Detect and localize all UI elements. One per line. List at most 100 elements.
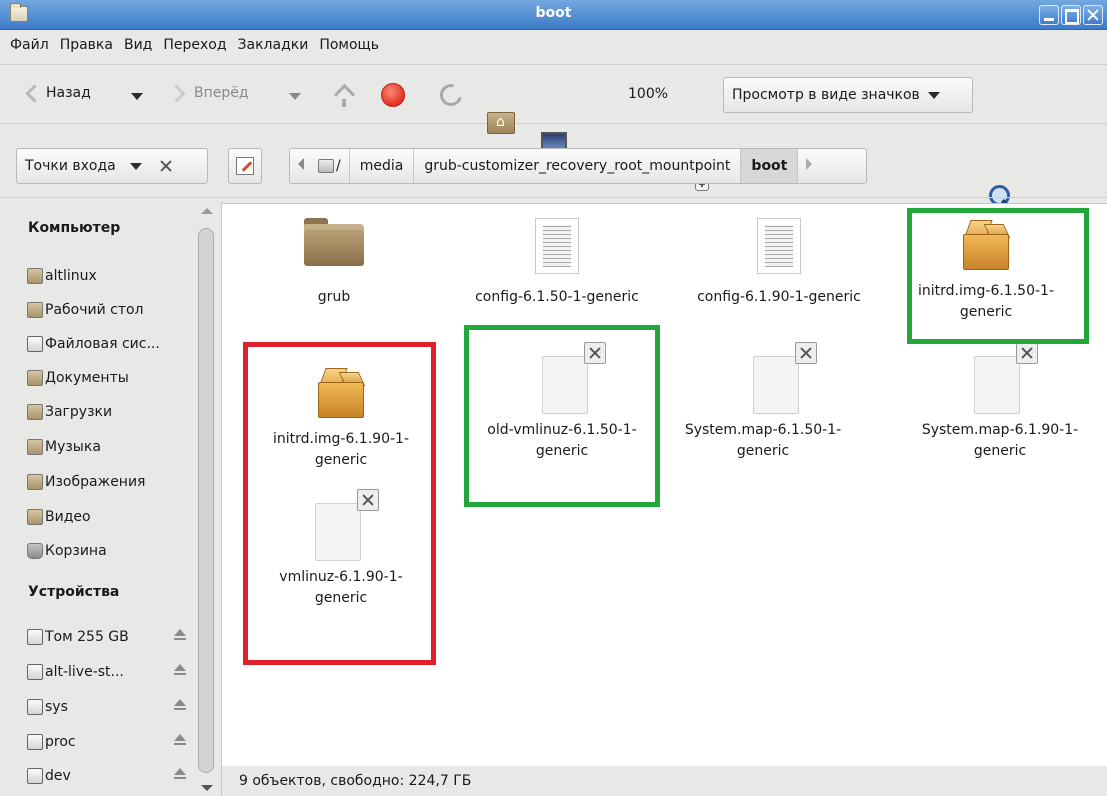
stop-icon[interactable] <box>381 83 405 107</box>
places-select[interactable]: Точки входа <box>16 148 208 184</box>
breadcrumb-root-label: / <box>336 158 341 174</box>
sidebar-item-label: Загрузки <box>45 404 113 420</box>
reload-icon[interactable] <box>435 79 467 111</box>
breadcrumb-root[interactable]: / <box>312 149 350 183</box>
sidebar-item-label: sys <box>45 699 68 715</box>
documents-folder-icon <box>27 370 43 386</box>
drive-icon <box>27 734 43 750</box>
chevron-right-icon <box>806 158 813 170</box>
sidebar-item-label: proc <box>45 734 76 750</box>
menu-bookmarks[interactable]: Закладки <box>238 37 309 53</box>
close-sidebar-icon[interactable] <box>160 160 172 172</box>
back-button[interactable]: Назад <box>22 84 91 102</box>
forward-button[interactable]: Вперёд <box>168 84 249 102</box>
breadcrumb-mountpoint[interactable]: grub-customizer_recovery_root_mountpoint <box>414 149 742 183</box>
chevron-down-icon <box>129 162 142 170</box>
text-file-icon <box>757 218 801 274</box>
sidebar-item-dev[interactable]: dev <box>27 765 202 787</box>
menu-help[interactable]: Помощь <box>319 37 379 53</box>
home-folder-icon <box>27 268 43 284</box>
sidebar-item-alt-live[interactable]: alt-live-st... <box>27 661 202 683</box>
sidebar-item-downloads[interactable]: Загрузки <box>27 401 202 423</box>
sidebar-item-label: Корзина <box>45 543 107 559</box>
minimize-button[interactable] <box>1039 5 1059 25</box>
sidebar-item-label: Том 255 GB <box>45 629 129 645</box>
filesystem-icon <box>27 336 43 352</box>
sidebar: Компьютер altlinux Рабочий стол Файловая… <box>12 203 218 796</box>
sidebar-item-label: Видео <box>45 509 91 525</box>
sidebar-item-music[interactable]: Музыка <box>27 436 202 458</box>
sidebar-heading-devices: Устройства <box>28 584 120 600</box>
sidebar-item-label: Музыка <box>45 439 101 455</box>
sidebar-item-label: Документы <box>45 370 129 386</box>
music-folder-icon <box>27 439 43 455</box>
sidebar-item-label: Рабочий стол <box>45 302 144 318</box>
status-text: 9 объектов, свободно: 224,7 ГБ <box>239 773 472 789</box>
edit-location-button[interactable] <box>228 148 262 184</box>
breadcrumb-scroll-left[interactable] <box>290 158 312 174</box>
menu-bar: Файл Правка Вид Переход Закладки Помощь <box>0 30 1107 60</box>
folder-icon <box>304 218 364 266</box>
eject-icon[interactable] <box>173 734 187 748</box>
status-bar: 9 объектов, свободно: 224,7 ГБ <box>221 766 1107 796</box>
sidebar-item-videos[interactable]: Видео <box>27 506 202 528</box>
menu-file[interactable]: Файл <box>10 37 49 53</box>
window-title: boot <box>535 5 572 21</box>
sidebar-scrollbar[interactable] <box>196 203 216 796</box>
menu-edit[interactable]: Правка <box>60 37 113 53</box>
sidebar-item-altlinux[interactable]: altlinux <box>27 265 202 287</box>
desktop-folder-icon <box>27 302 43 318</box>
sidebar-item-documents[interactable]: Документы <box>27 367 202 389</box>
maximize-button[interactable] <box>1061 5 1081 25</box>
file-item[interactable]: System.map-6.1.90-1-generic <box>914 342 1086 462</box>
forward-history-chevron-icon[interactable] <box>289 93 301 100</box>
menu-view[interactable]: Вид <box>124 37 152 53</box>
scroll-up-icon[interactable] <box>201 208 213 214</box>
close-window-button[interactable] <box>1083 5 1103 25</box>
back-history-chevron-icon[interactable] <box>131 93 143 100</box>
menu-go[interactable]: Переход <box>163 37 226 53</box>
sidebar-item-trash[interactable]: Корзина <box>27 540 202 562</box>
file-view: grub config-6.1.50-1-generic config-6.1.… <box>221 203 1107 766</box>
sidebar-item-label: dev <box>45 768 71 784</box>
location-bar: Точки входа / media grub-customizer_reco… <box>0 128 1107 198</box>
drive-icon <box>27 768 43 784</box>
sidebar-item-volume[interactable]: Том 255 GB <box>27 626 202 648</box>
view-mode-label: Просмотр в виде значков <box>732 87 920 103</box>
sidebar-item-filesystem[interactable]: Файловая сис... <box>27 333 202 355</box>
file-item[interactable]: config-6.1.90-1-generic <box>679 218 879 308</box>
file-item[interactable]: grub <box>234 218 434 308</box>
breadcrumb-media[interactable]: media <box>350 149 415 183</box>
disk-icon <box>318 159 334 173</box>
eject-icon[interactable] <box>173 629 187 643</box>
red-highlight-box <box>243 342 436 665</box>
eject-icon[interactable] <box>173 699 187 713</box>
sidebar-item-pictures[interactable]: Изображения <box>27 471 202 493</box>
edit-icon <box>236 157 254 175</box>
view-mode-select[interactable]: Просмотр в виде значков <box>723 77 973 113</box>
file-item[interactable]: config-6.1.50-1-generic <box>457 218 657 308</box>
up-arrow-icon[interactable] <box>330 81 358 109</box>
forward-label: Вперёд <box>194 85 249 101</box>
breadcrumb-scroll-right[interactable] <box>798 158 820 174</box>
scroll-down-icon[interactable] <box>201 785 213 791</box>
sidebar-item-proc[interactable]: proc <box>27 731 202 753</box>
eject-icon[interactable] <box>173 664 187 678</box>
breadcrumb-boot[interactable]: boot <box>741 149 799 183</box>
file-item[interactable]: System.map-6.1.50-1-generic <box>677 342 849 462</box>
broken-file-icon <box>753 342 817 414</box>
sidebar-item-sys[interactable]: sys <box>27 696 202 718</box>
file-name: config-6.1.90-1-generic <box>697 289 861 305</box>
toolbar: Назад Вперёд 100% Просмотр в виде значко… <box>0 64 1107 206</box>
scrollbar-thumb[interactable] <box>198 228 214 773</box>
back-label: Назад <box>46 85 91 101</box>
drive-icon <box>27 629 43 645</box>
file-name: config-6.1.50-1-generic <box>475 289 639 305</box>
drive-icon <box>27 664 43 680</box>
sidebar-item-label: Изображения <box>45 474 146 490</box>
green-highlight-box <box>464 325 660 507</box>
sidebar-item-desktop[interactable]: Рабочий стол <box>27 299 202 321</box>
eject-icon[interactable] <box>173 768 187 782</box>
forward-arrow-icon <box>168 84 190 102</box>
zoom-level: 100% <box>628 86 669 102</box>
